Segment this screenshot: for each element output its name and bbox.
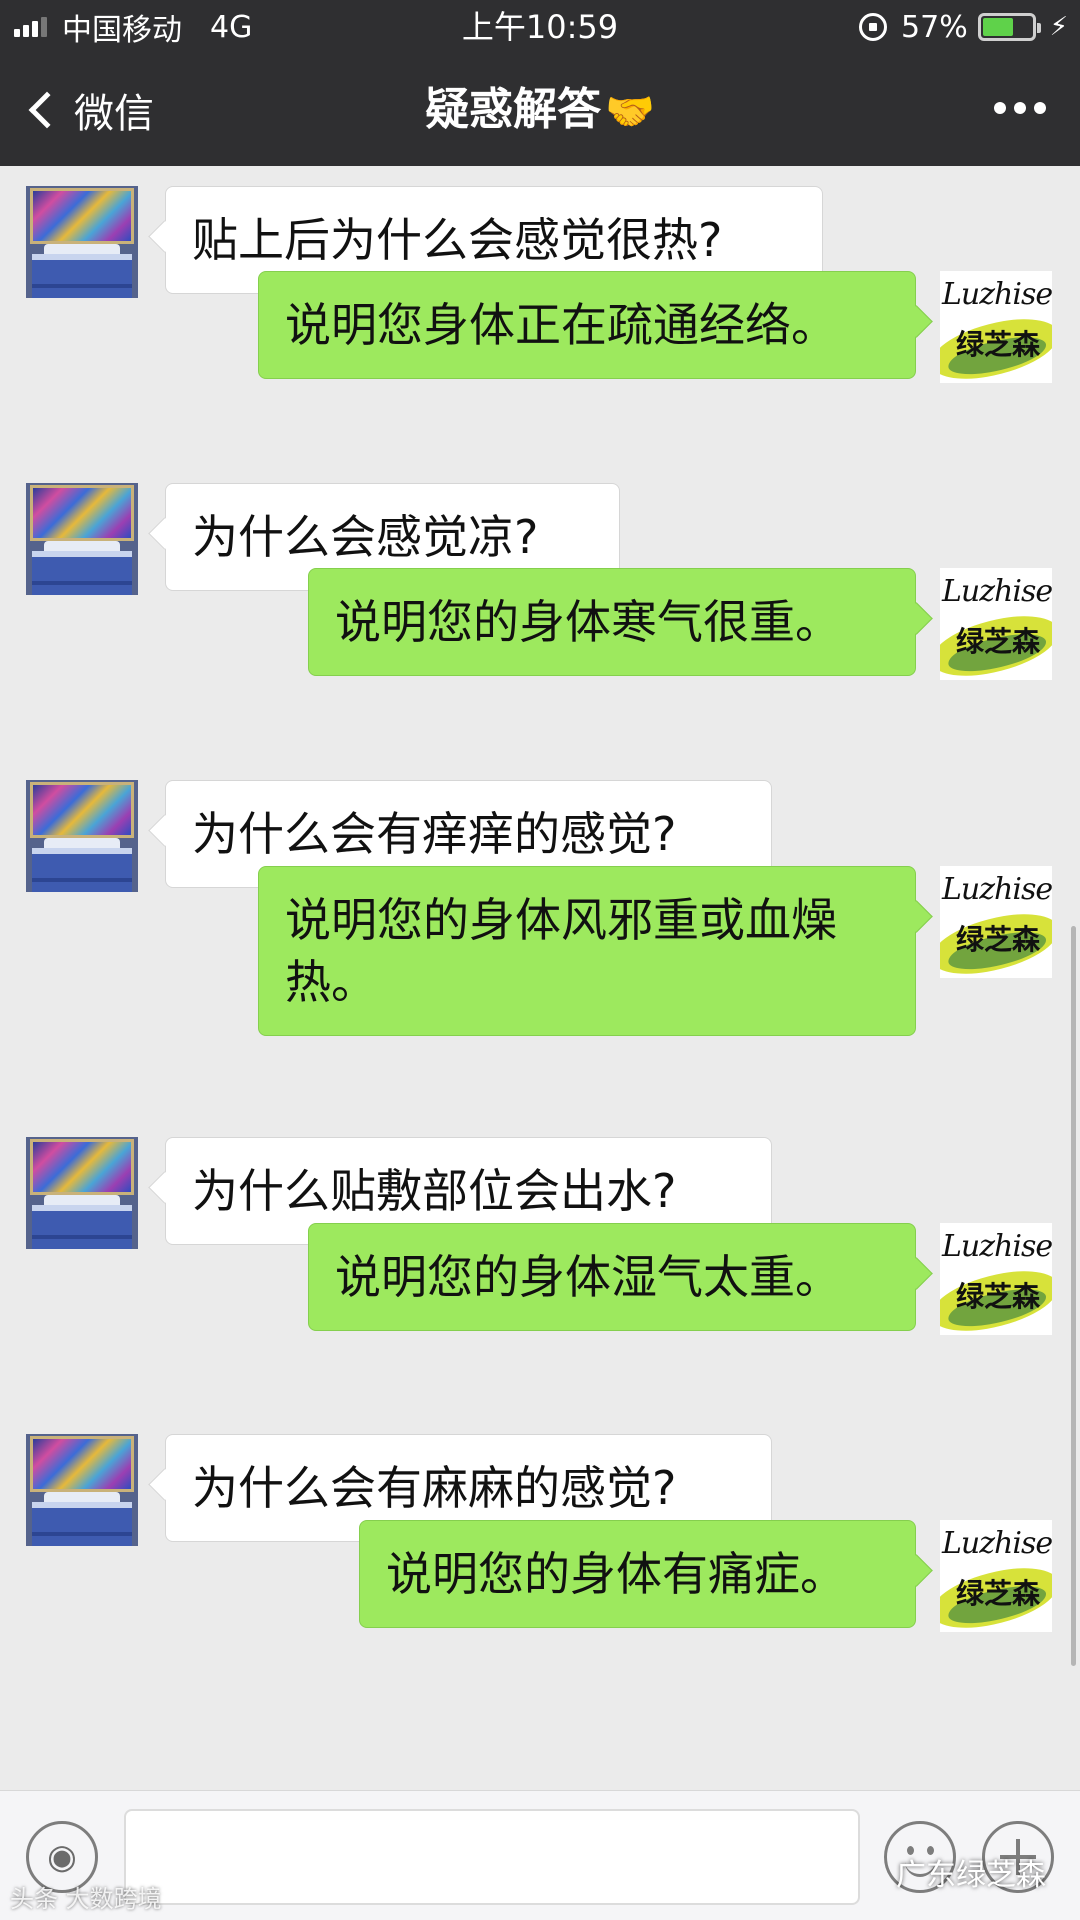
dot-icon xyxy=(1034,102,1046,114)
brand-logo-chinese: 绿芝森 xyxy=(955,328,1040,361)
chat-title-text: 疑惑解答 xyxy=(425,84,602,135)
brand-avatar[interactable]: Luzhisen 绿芝森 xyxy=(940,866,1052,978)
battery-icon xyxy=(977,13,1041,41)
outgoing-message: Luzhisen 绿芝森 说明您的身体湿气太重。 xyxy=(0,1223,1080,1393)
message-bubble[interactable]: 说明您的身体湿气太重。 xyxy=(308,1223,916,1331)
brand-logo-latin: Luzhisen xyxy=(942,872,1052,907)
top-bar: 中国移动 4G 上午10:59 57% ⚡ 微信 疑惑解答 🤝 xyxy=(0,0,1080,166)
message-bubble[interactable]: 说明您的身体风邪重或血燥热。 xyxy=(258,866,916,1036)
handshake-icon: 🤝 xyxy=(605,89,655,135)
battery-level xyxy=(982,18,1013,36)
brand-logo-chinese: 绿芝森 xyxy=(955,625,1040,658)
outgoing-message: Luzhisen 绿芝森 说明您的身体寒气很重。 xyxy=(0,568,1080,738)
message-input[interactable] xyxy=(124,1809,860,1905)
rotation-lock-icon xyxy=(859,13,888,41)
brand-logo-latin: Luzhisen xyxy=(942,277,1052,312)
watermark-right: 广东绿芝森 xyxy=(896,1858,1046,1893)
dot-icon xyxy=(994,102,1006,114)
battery-percent: 57% xyxy=(901,9,968,45)
brand-logo-latin: Luzhisen xyxy=(942,1526,1052,1561)
more-options-button[interactable] xyxy=(986,102,1046,114)
outgoing-message: Luzhisen 绿芝森 说明您的身体风邪重或血燥热。 xyxy=(0,866,1080,1036)
brand-logo-chinese: 绿芝森 xyxy=(955,1577,1040,1610)
brand-logo-latin: Luzhisen xyxy=(942,1229,1052,1264)
painting-image xyxy=(30,188,134,244)
message-list[interactable]: 贴上后为什么会感觉很热?Luzhisen绿芝森说明您身体正在疏通经络。为什么会感… xyxy=(0,166,1080,1790)
message-bubble[interactable]: 说明您的身体寒气很重。 xyxy=(308,568,916,676)
brand-logo-latin: Luzhisen xyxy=(942,574,1052,609)
message-bubble[interactable]: 说明您的身体有痛症。 xyxy=(359,1520,916,1628)
painting-image xyxy=(30,782,134,838)
watermark-left: 头条 大数跨境 xyxy=(10,1885,162,1913)
painting-image xyxy=(30,485,134,541)
chat-title: 疑惑解答 🤝 xyxy=(0,82,1080,140)
voice-icon: ◉ xyxy=(47,1837,77,1877)
outgoing-message: Luzhisen 绿芝森 说明您的身体有痛症。 xyxy=(0,1520,1080,1690)
brand-avatar[interactable]: Luzhisen 绿芝森 xyxy=(940,1223,1052,1335)
outgoing-message: Luzhisen 绿芝森 说明您身体正在疏通经络。 xyxy=(0,271,1080,441)
painting-image xyxy=(30,1436,134,1492)
status-right: 57% ⚡ xyxy=(859,6,1068,48)
wechat-chat-screen: 中国移动 4G 上午10:59 57% ⚡ 微信 疑惑解答 🤝 贴上后为什么会感… xyxy=(0,0,1080,1920)
brand-avatar[interactable]: Luzhisen 绿芝森 xyxy=(940,568,1052,680)
charging-icon: ⚡ xyxy=(1049,12,1068,42)
message-bubble[interactable]: 说明您身体正在疏通经络。 xyxy=(258,271,916,379)
painting-image xyxy=(30,1139,134,1195)
brand-avatar[interactable]: Luzhisen 绿芝森 xyxy=(940,271,1052,383)
navigation-bar: 微信 疑惑解答 🤝 xyxy=(0,54,1080,166)
brand-logo-chinese: 绿芝森 xyxy=(955,923,1040,956)
brand-avatar[interactable]: Luzhisen 绿芝森 xyxy=(940,1520,1052,1632)
status-bar: 中国移动 4G 上午10:59 57% ⚡ xyxy=(0,0,1080,54)
brand-logo-chinese: 绿芝森 xyxy=(955,1280,1040,1313)
dot-icon xyxy=(1014,102,1026,114)
